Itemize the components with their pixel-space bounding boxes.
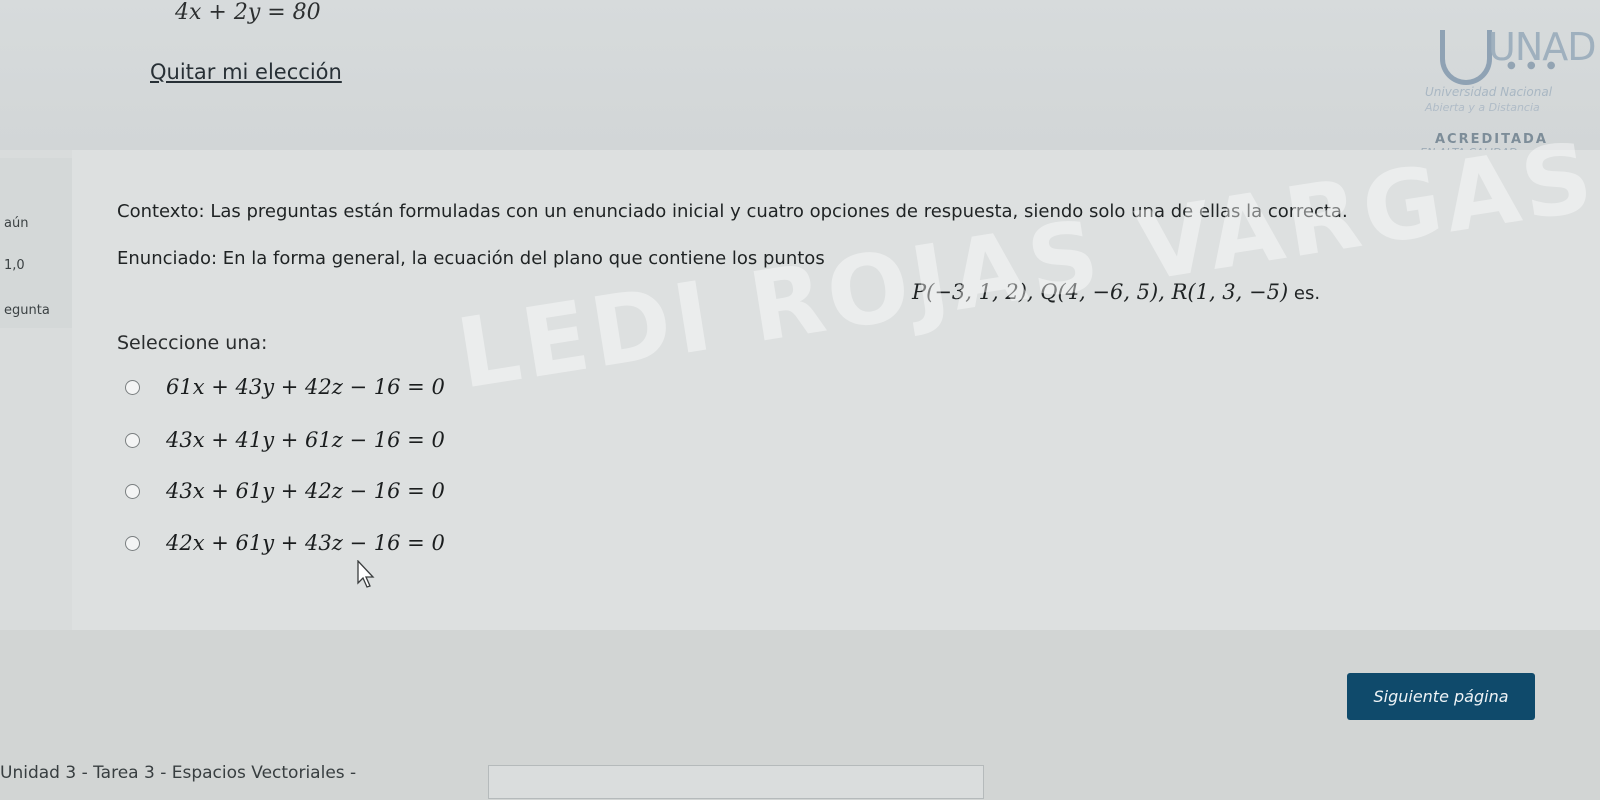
question-label: egunta — [4, 303, 50, 318]
answer-option-text: 61x + 43y + 42z − 16 = 0 — [166, 375, 445, 399]
question-statement: Enunciado: En la forma general, la ecuac… — [117, 248, 825, 269]
select-one-label: Seleccione una: — [117, 332, 268, 354]
logo-line-1: Universidad Nacional — [1425, 85, 1553, 99]
radio-button[interactable] — [125, 483, 140, 499]
answer-option-3[interactable]: 43x + 61y + 42z − 16 = 0 — [125, 474, 445, 508]
logo-stars-icon: ● ● ● — [1507, 60, 1560, 71]
question-status: aún — [4, 216, 29, 231]
question-context: Contexto: Las preguntas están formuladas… — [117, 201, 1348, 222]
radio-button[interactable] — [125, 432, 140, 448]
clear-choice-link[interactable]: Quitar mi elección — [150, 60, 342, 84]
answer-option-text: 43x + 61y + 42z − 16 = 0 — [166, 479, 445, 503]
answer-option-4[interactable]: 42x + 61y + 43z − 16 = 0 — [125, 526, 445, 560]
radio-button[interactable] — [125, 379, 140, 395]
question-points-row: P(−3, 1, 2), Q(4, −6, 5), R(1, 3, −5) es… — [912, 280, 1320, 304]
question-points: P(−3, 1, 2), Q(4, −6, 5), R(1, 3, −5) — [912, 280, 1289, 304]
logo-accredited: ACREDITADA — [1435, 132, 1548, 147]
question-content-area — [72, 150, 1600, 670]
question-points-suffix: es. — [1293, 283, 1321, 304]
logo-line-2: Abierta y a Distancia — [1425, 101, 1540, 114]
activity-link[interactable]: Unidad 3 - Tarea 3 - Espacios Vectoriale… — [0, 763, 356, 783]
radio-button[interactable] — [125, 535, 140, 551]
answer-option-text: 43x + 41y + 61z − 16 = 0 — [166, 428, 445, 452]
jump-to-select[interactable] — [488, 765, 984, 799]
mouse-pointer-icon — [357, 560, 375, 588]
question-score: 1,0 — [4, 258, 25, 273]
unad-logo: UNAD ● ● ● Universidad Nacional Abierta … — [1390, 5, 1600, 159]
answer-option-text: 42x + 61y + 43z − 16 = 0 — [166, 531, 445, 555]
answer-option-2[interactable]: 43x + 41y + 61z − 16 = 0 — [125, 423, 445, 457]
unad-logo-mark-icon — [1440, 30, 1492, 85]
previous-equation: 4x + 2y = 80 — [175, 0, 321, 25]
next-page-button[interactable]: Siguiente página — [1347, 673, 1535, 720]
answer-option-1[interactable]: 61x + 43y + 42z − 16 = 0 — [125, 370, 445, 404]
